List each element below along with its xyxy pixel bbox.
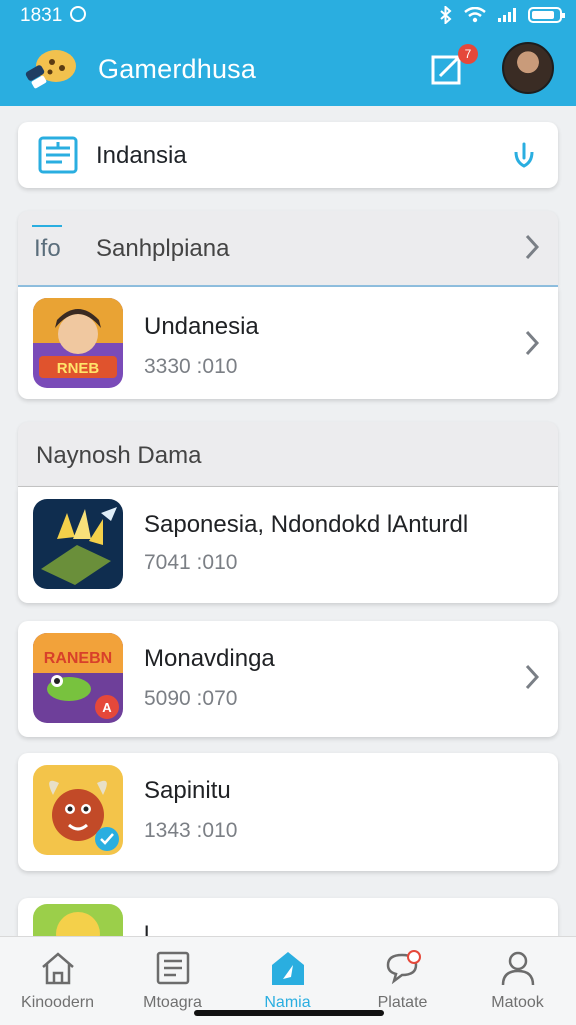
section-tag: Ifo xyxy=(32,225,62,262)
section-title: Sanhplpiana xyxy=(96,235,230,262)
list-item[interactable]: Sapinitu 1343 :010 xyxy=(18,753,558,871)
list-item[interactable]: RANEBN A Monavdinga 5090 :070 xyxy=(18,621,558,737)
search-bar[interactable]: Indansia xyxy=(18,122,558,188)
list-item[interactable]: Saponesia, Ndondokd lAnturdl 7041 :010 xyxy=(18,487,558,603)
status-time: 1831 xyxy=(20,5,87,27)
game-thumbnail: RANEBN A xyxy=(33,633,123,723)
status-icons xyxy=(440,6,565,24)
section-header-naynosh-dama: Naynosh Dama xyxy=(18,422,558,487)
document-icon xyxy=(38,136,78,174)
chat-icon xyxy=(386,950,421,985)
store-icon xyxy=(272,952,304,985)
game-thumbnail xyxy=(33,499,123,589)
game-thumbnail: RNEB xyxy=(33,298,123,388)
item-meta: 5090 :070 xyxy=(144,687,238,710)
touch-icon[interactable] xyxy=(510,140,538,170)
section-title: Naynosh Dama xyxy=(36,442,202,469)
item-name: Saponesia, Ndondokd lAnturdl xyxy=(144,511,469,538)
nav-label: Kinoodern xyxy=(21,994,94,1011)
app-header: 1831 Gamerdhusa 7 xyxy=(0,0,576,106)
app-logo-icon xyxy=(25,50,76,89)
avatar[interactable] xyxy=(502,42,554,94)
item-name: Sapinitu xyxy=(144,777,231,804)
item-name: Monavdinga xyxy=(144,645,275,672)
profile-icon xyxy=(501,951,535,986)
sync-icon xyxy=(70,6,87,22)
battery-icon xyxy=(528,7,565,23)
chevron-right-icon xyxy=(525,664,540,690)
nav-label: Matook xyxy=(491,994,544,1011)
app-title: Gamerdhusa xyxy=(98,54,257,84)
home-icon xyxy=(42,952,74,985)
signal-icon xyxy=(498,8,516,22)
a-icon: A xyxy=(102,700,112,715)
item-name: Undanesia xyxy=(144,313,259,340)
nav-item-profile[interactable]: Matook xyxy=(460,937,575,1025)
thumb-text: RANEBN xyxy=(44,650,112,667)
item-meta: 1343 :010 xyxy=(144,819,238,842)
bluetooth-icon xyxy=(440,6,452,24)
list-item[interactable]: RNEB Undanesia 3330 :010 xyxy=(18,287,558,399)
chevron-right-icon xyxy=(525,330,540,356)
chevron-right-icon xyxy=(525,234,540,260)
thumb-text: RNEB xyxy=(57,360,100,377)
status-bar: 1831 xyxy=(0,0,576,34)
search-label: Indansia xyxy=(96,142,187,169)
wifi-icon xyxy=(464,7,486,23)
item-meta: 3330 :010 xyxy=(144,355,238,378)
home-indicator xyxy=(194,1010,384,1016)
notification-badge: 7 xyxy=(458,44,478,64)
section-header-sanhplpiana[interactable]: Ifo Sanhplpiana xyxy=(18,211,558,287)
item-meta: 7041 :010 xyxy=(144,551,238,574)
game-thumbnail xyxy=(33,765,123,855)
list-icon xyxy=(156,951,190,985)
nav-item-home[interactable]: Kinoodern xyxy=(0,937,115,1025)
